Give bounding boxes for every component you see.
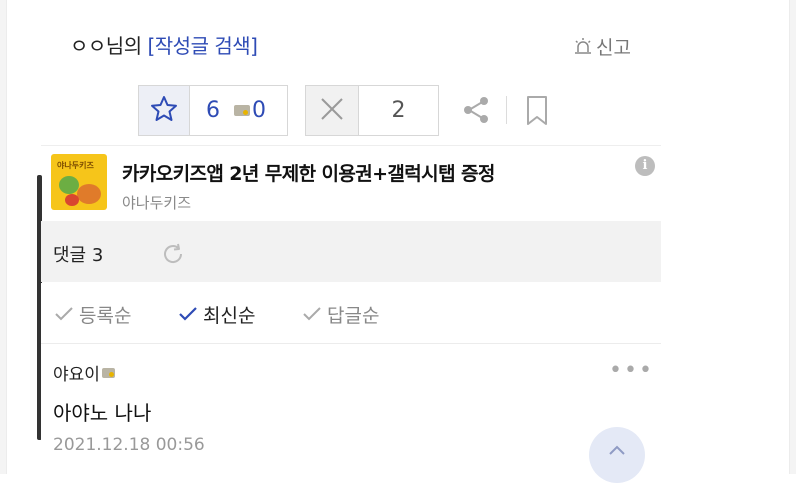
sort-registered[interactable]: 등록순 <box>55 301 131 328</box>
dislike-count: 2 <box>391 98 406 123</box>
like-count: 6 <box>206 98 220 123</box>
check-icon <box>303 304 321 326</box>
ad-sponsor: 야나두키즈 <box>122 194 192 212</box>
info-icon[interactable]: i <box>635 156 655 176</box>
dislike-button[interactable] <box>306 86 359 135</box>
like-button-group: 6 0 <box>138 85 288 136</box>
bookmark-icon[interactable] <box>525 95 549 131</box>
author-name: ㅇㅇ님의 <box>70 34 142 58</box>
ad-banner[interactable]: 야나두키즈 카카오키즈앱 2년 무제한 이용권+갤럭시탭 증정 야나두키즈 i <box>41 145 661 221</box>
report-button[interactable]: 신고 <box>572 33 631 60</box>
sort-options: 등록순 최신순 답글순 <box>41 283 661 344</box>
sort-label: 답글순 <box>327 305 380 327</box>
comment-text: 아야노 나나 <box>53 401 152 425</box>
coin-count-group: 0 <box>234 98 266 123</box>
coin-icon <box>101 367 115 378</box>
author-line: ㅇㅇ님의 [작성글 검색] <box>70 30 258 59</box>
ad-title[interactable]: 카카오키즈앱 2년 무제한 이용권+갤럭시탭 증정 <box>122 159 495 186</box>
close-x-icon <box>317 94 347 128</box>
star-icon <box>149 94 179 128</box>
search-posts-link[interactable]: [작성글 검색] <box>147 34 257 58</box>
sort-replies[interactable]: 답글순 <box>303 301 379 328</box>
comments-count-label: 댓글 3 <box>53 245 104 266</box>
left-frame <box>0 0 7 474</box>
sort-label: 등록순 <box>79 305 132 327</box>
check-icon <box>179 304 197 326</box>
comment-item: 야요이 ••• 아야노 나나 2021.12.18 00:56 <box>41 344 661 474</box>
like-button[interactable] <box>139 86 190 135</box>
comment-author-name: 야요이 <box>53 365 100 385</box>
ad-thumb-brand: 야나두키즈 <box>57 161 94 170</box>
sort-label: 최신순 <box>203 305 256 327</box>
comments-header: 댓글 3 <box>41 221 661 282</box>
right-frame <box>789 0 796 474</box>
sort-latest[interactable]: 최신순 <box>179 301 255 328</box>
coin-count: 0 <box>252 98 266 123</box>
chevron-up-icon <box>608 441 626 460</box>
check-icon <box>55 304 73 326</box>
action-divider <box>506 96 507 124</box>
dislike-button-group: 2 <box>305 85 439 136</box>
share-icon[interactable] <box>460 94 492 130</box>
more-icon[interactable]: ••• <box>609 358 654 383</box>
comment-date: 2021.12.18 00:56 <box>53 435 205 455</box>
scroll-top-button[interactable] <box>589 427 645 483</box>
comment-author[interactable]: 야요이 <box>53 360 115 385</box>
siren-icon <box>572 37 594 57</box>
ad-thumbnail: 야나두키즈 <box>51 154 107 210</box>
report-label: 신고 <box>596 37 631 59</box>
refresh-icon[interactable] <box>161 242 185 270</box>
coin-icon <box>234 105 250 116</box>
